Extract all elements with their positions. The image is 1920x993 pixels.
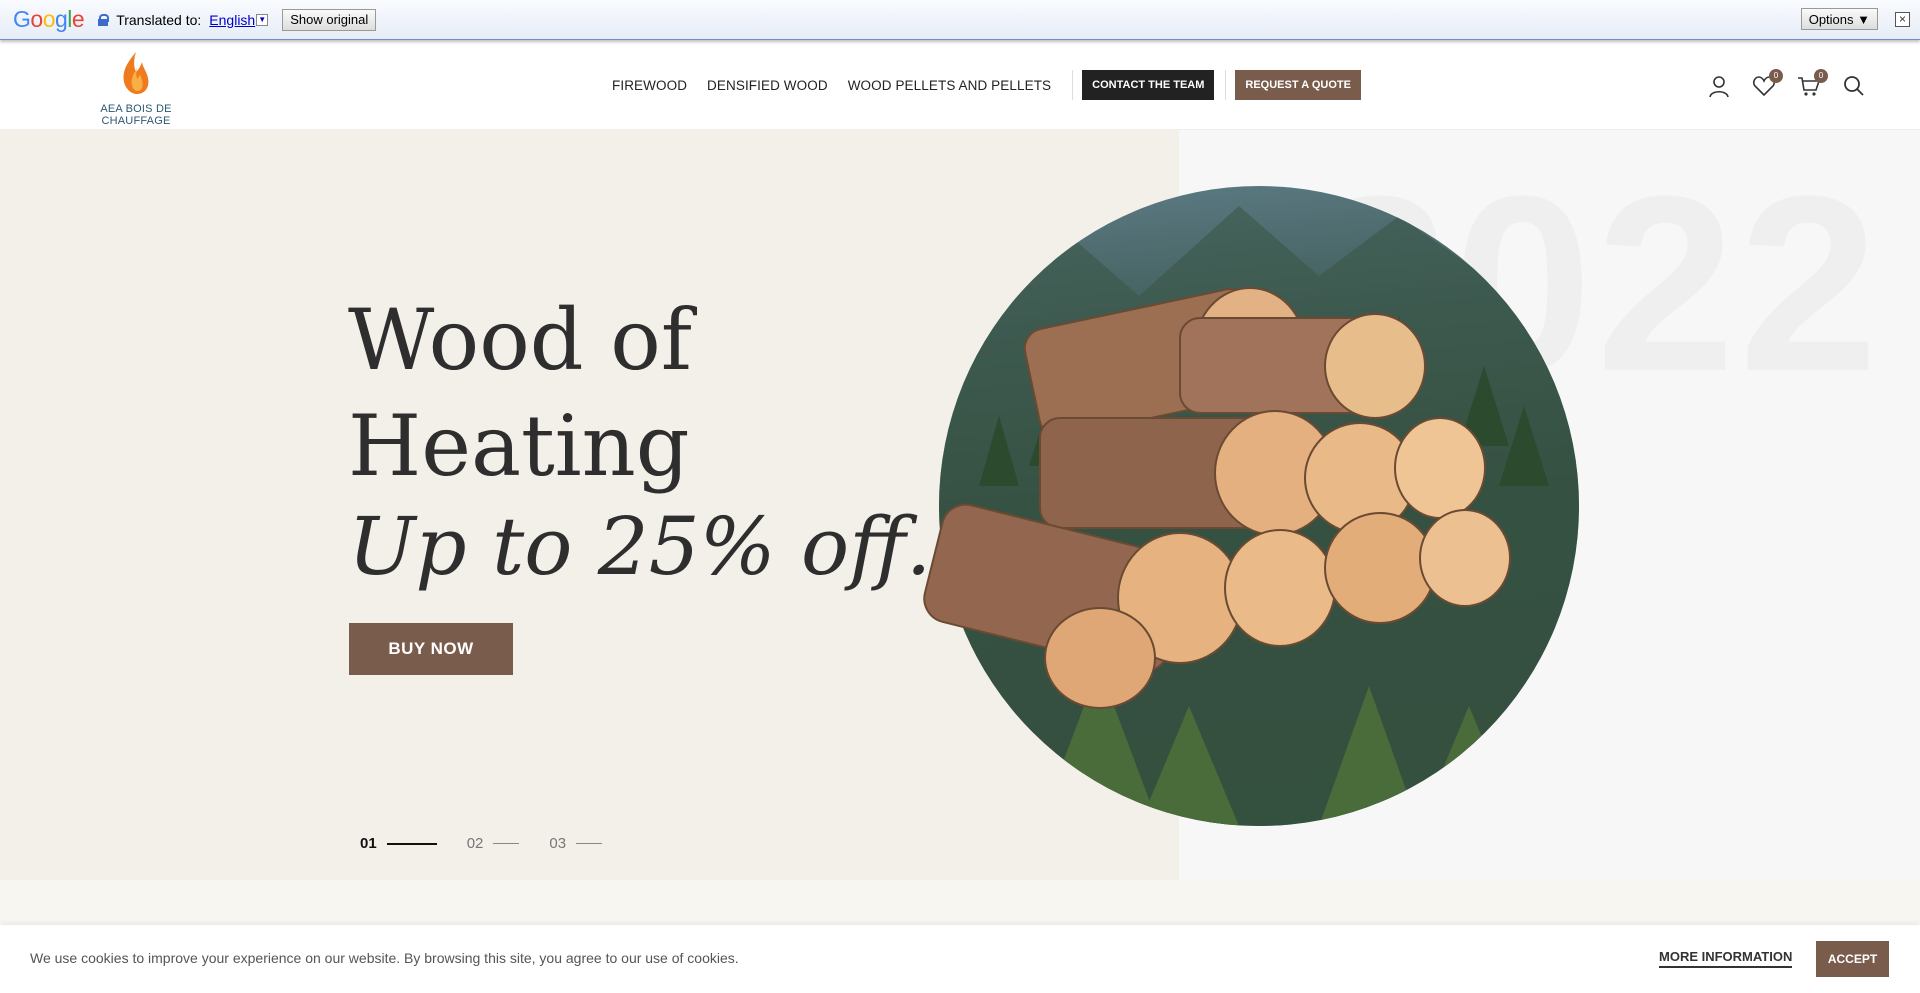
slide-number: 03 — [549, 835, 567, 852]
nav-densified-wood[interactable]: DENSIFIED WOOD — [707, 78, 828, 93]
hero-title-line2: Heating — [348, 397, 690, 495]
request-quote-button[interactable]: REQUEST A QUOTE — [1235, 70, 1361, 100]
close-icon[interactable]: × — [1895, 12, 1910, 27]
translate-bar: Google Translated to: English ▼ Show ori… — [0, 0, 1920, 40]
more-information-link[interactable]: MORE INFORMATION — [1659, 949, 1793, 968]
site-logo[interactable]: AEA BOIS DE CHAUFFAGE — [66, 50, 206, 127]
slide-dot-2[interactable]: 02 — [467, 835, 520, 852]
hero-discount-text: Up to 25% off. — [348, 500, 932, 593]
hero-title-line1: Wood of — [348, 291, 692, 389]
translated-to-label: Translated to: — [116, 11, 202, 28]
slide-bar — [493, 843, 520, 844]
search-icon[interactable] — [1841, 73, 1867, 99]
contact-team-button[interactable]: CONTACT THE TEAM — [1082, 70, 1215, 100]
show-original-button[interactable]: Show original — [282, 8, 377, 31]
accept-cookies-button[interactable]: ACCEPT — [1816, 941, 1889, 977]
slide-number: 01 — [360, 835, 377, 852]
cookie-text: We use cookies to improve your experienc… — [30, 950, 739, 966]
cart-count-badge: 0 — [1814, 69, 1828, 83]
flame-icon — [123, 52, 149, 94]
slide-dot-1[interactable]: 01 — [360, 835, 437, 852]
google-logo: Google — [13, 6, 85, 32]
user-icon[interactable] — [1706, 73, 1732, 99]
nav-firewood[interactable]: FIREWOOD — [612, 78, 687, 93]
site-header: AEA BOIS DE CHAUFFAGE FIREWOOD DENSIFIED… — [0, 40, 1920, 130]
nav-wood-pellets[interactable]: WOOD PELLETS AND PELLETS — [848, 78, 1051, 93]
lock-icon — [98, 13, 110, 26]
hero-slider: 2022 Wood of Heating Up to 25% off. BUY … — [0, 130, 1920, 880]
section-stripe — [0, 880, 1920, 925]
logo-text: AEA BOIS DE CHAUFFAGE — [100, 103, 172, 127]
wishlist-icon[interactable]: 0 — [1751, 69, 1783, 99]
slide-bar — [386, 842, 437, 845]
slide-pagination: 01 02 03 — [360, 835, 632, 852]
nav-divider — [1072, 70, 1074, 100]
dropdown-arrow-icon[interactable]: ▼ — [256, 13, 269, 26]
buy-now-button[interactable]: BUY NOW — [349, 623, 513, 675]
cookie-banner: We use cookies to improve your experienc… — [0, 925, 1920, 993]
cart-icon[interactable]: 0 — [1796, 69, 1828, 99]
options-button[interactable]: Options ▼ — [1800, 8, 1878, 30]
slide-bar — [576, 843, 603, 844]
main-nav: FIREWOOD DENSIFIED WOOD WOOD PELLETS AND… — [612, 70, 1371, 100]
nav-divider — [1225, 70, 1227, 100]
slide-dot-3[interactable]: 03 — [549, 835, 603, 852]
language-select[interactable]: English — [209, 12, 255, 28]
firewood-stack-image — [923, 287, 1511, 709]
header-icons: 0 0 — [1706, 69, 1886, 99]
slide-number: 02 — [466, 835, 484, 852]
wishlist-count-badge: 0 — [1769, 69, 1783, 83]
